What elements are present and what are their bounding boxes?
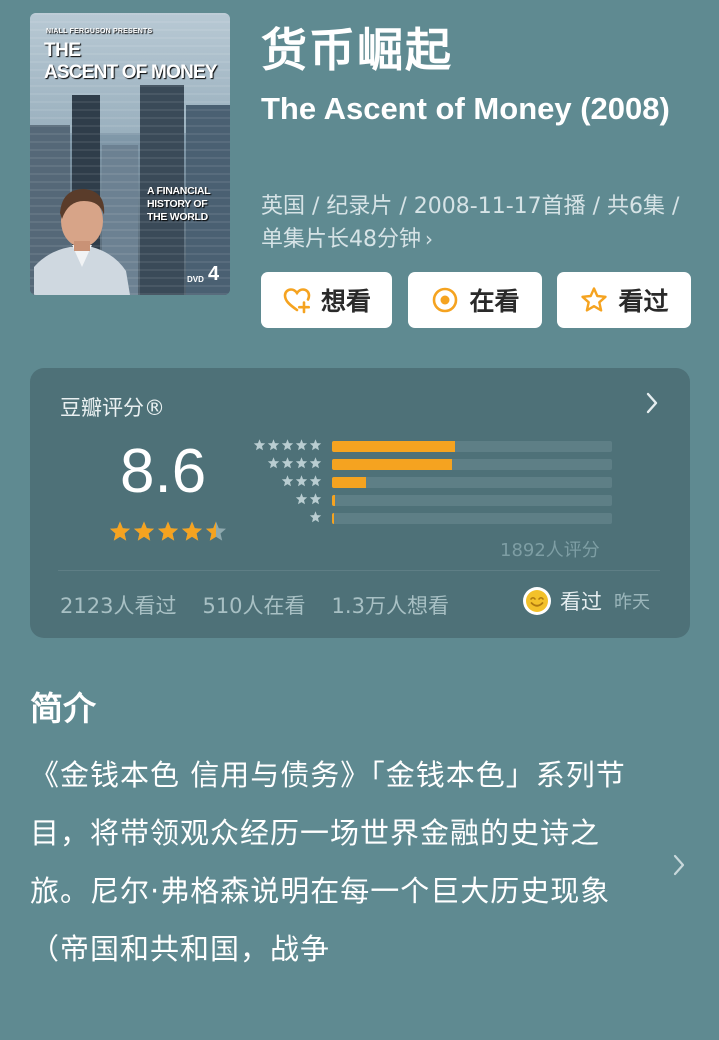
star-icon	[295, 475, 308, 487]
meta-text: 英国 / 纪录片 / 2008-11-17首播 / 共6集 / 单集片长48分钟	[261, 194, 680, 252]
my-status-time: 昨天	[614, 592, 650, 613]
star-icon	[295, 493, 308, 505]
distribution-stars	[267, 456, 322, 472]
poster-title-line1: THE	[44, 40, 81, 61]
distribution-stars	[281, 474, 322, 490]
star-icon	[267, 439, 280, 451]
rating-stars	[110, 521, 226, 541]
distribution-bar-track	[332, 477, 612, 488]
done-button[interactable]: 看过	[557, 272, 691, 328]
star-icon	[253, 439, 266, 451]
rating-star	[158, 521, 178, 541]
distribution-stars	[295, 492, 322, 508]
heart-plus-icon	[283, 288, 311, 314]
star-icon	[281, 439, 294, 451]
rating-stats: 2123人看过 510人在看 1.3万人想看	[60, 590, 449, 620]
poster-title-line2: ASCENT OF MONEY	[44, 62, 218, 83]
distribution-stars	[253, 438, 322, 454]
star-icon	[309, 475, 322, 487]
rating-distribution-row	[250, 474, 620, 490]
rating-star	[110, 521, 130, 541]
meta-info[interactable]: 英国 / 纪录片 / 2008-11-17首播 / 共6集 / 单集片长48分钟…	[261, 190, 691, 256]
distribution-bar-track	[332, 513, 612, 524]
distribution-bar-track	[332, 441, 612, 452]
watching-count[interactable]: 510人在看	[202, 590, 305, 620]
star-outline-icon	[581, 287, 608, 312]
star-icon	[281, 457, 294, 469]
star-icon	[309, 511, 322, 523]
distribution-bar-fill	[332, 477, 366, 488]
distribution-bar-fill	[332, 495, 335, 506]
star-icon	[295, 439, 308, 451]
poster-dvd-label: DVD	[187, 275, 204, 284]
action-buttons: 想看 在看 看过	[261, 272, 691, 328]
want-label: 想看	[320, 287, 371, 316]
target-circle-icon	[433, 287, 458, 313]
distribution-bar-fill	[332, 513, 335, 524]
poster-channel-logo: 4	[208, 263, 220, 285]
chevron-right-icon[interactable]	[672, 852, 686, 878]
watched-count[interactable]: 2123人看过	[60, 590, 176, 620]
title-chinese: 货币崛起	[261, 23, 453, 77]
rating-star	[182, 521, 202, 541]
distribution-bar-track	[332, 459, 612, 470]
card-divider	[58, 570, 660, 571]
star-icon	[309, 493, 322, 505]
doing-button[interactable]: 在看	[408, 272, 542, 328]
rating-score: 8.6	[120, 437, 207, 506]
rating-distribution-row	[250, 510, 620, 526]
poster-subtitle: A FINANCIAL HISTORY OF THE WORLD	[147, 185, 211, 223]
rating-title: 豆瓣评分®	[60, 396, 165, 420]
rating-distribution-row	[250, 492, 620, 508]
chevron-right-icon: ›	[425, 227, 433, 251]
star-icon	[309, 439, 322, 451]
smile-emoji-icon	[523, 587, 551, 615]
star-icon	[295, 457, 308, 469]
poster-presenter-portrait	[34, 189, 130, 295]
distribution-bar-fill	[332, 459, 453, 470]
my-status-label: 看过	[560, 590, 602, 614]
distribution-bar-fill	[332, 441, 456, 452]
poster-image[interactable]: NIALL FERGUSON PRESENTS THE ASCENT OF MO…	[30, 13, 230, 295]
star-icon	[267, 457, 280, 469]
rating-star	[206, 521, 226, 541]
intro-heading: 简介	[30, 689, 96, 728]
distribution-bar-track	[332, 495, 612, 506]
subject-page: NIALL FERGUSON PRESENTS THE ASCENT OF MO…	[0, 0, 719, 1040]
star-icon	[281, 475, 294, 487]
rating-distribution-row	[250, 438, 620, 454]
rating-count: 1892人评分	[500, 540, 600, 561]
want-count[interactable]: 1.3万人想看	[332, 590, 449, 620]
rating-distribution-row	[250, 456, 620, 472]
intro-text[interactable]: 《金钱本色 信用与债务》「金钱本色」系列节目，将带领观众经历一场世界金融的史诗之…	[30, 746, 640, 978]
title-original: The Ascent of Money (2008)	[261, 91, 670, 126]
done-label: 看过	[618, 287, 669, 316]
poster-presenter-text: NIALL FERGUSON PRESENTS	[46, 28, 153, 35]
doing-label: 在看	[469, 287, 520, 316]
rating-star	[134, 521, 154, 541]
star-icon	[309, 457, 322, 469]
want-button[interactable]: 想看	[261, 272, 392, 328]
rating-card[interactable]: 豆瓣评分® 8.6 1892人评分 2123人看过 510人在看 1.3万人想看…	[30, 368, 690, 638]
distribution-stars	[309, 510, 322, 526]
chevron-right-icon[interactable]	[644, 390, 660, 416]
my-status[interactable]: 看过 昨天	[522, 586, 650, 616]
